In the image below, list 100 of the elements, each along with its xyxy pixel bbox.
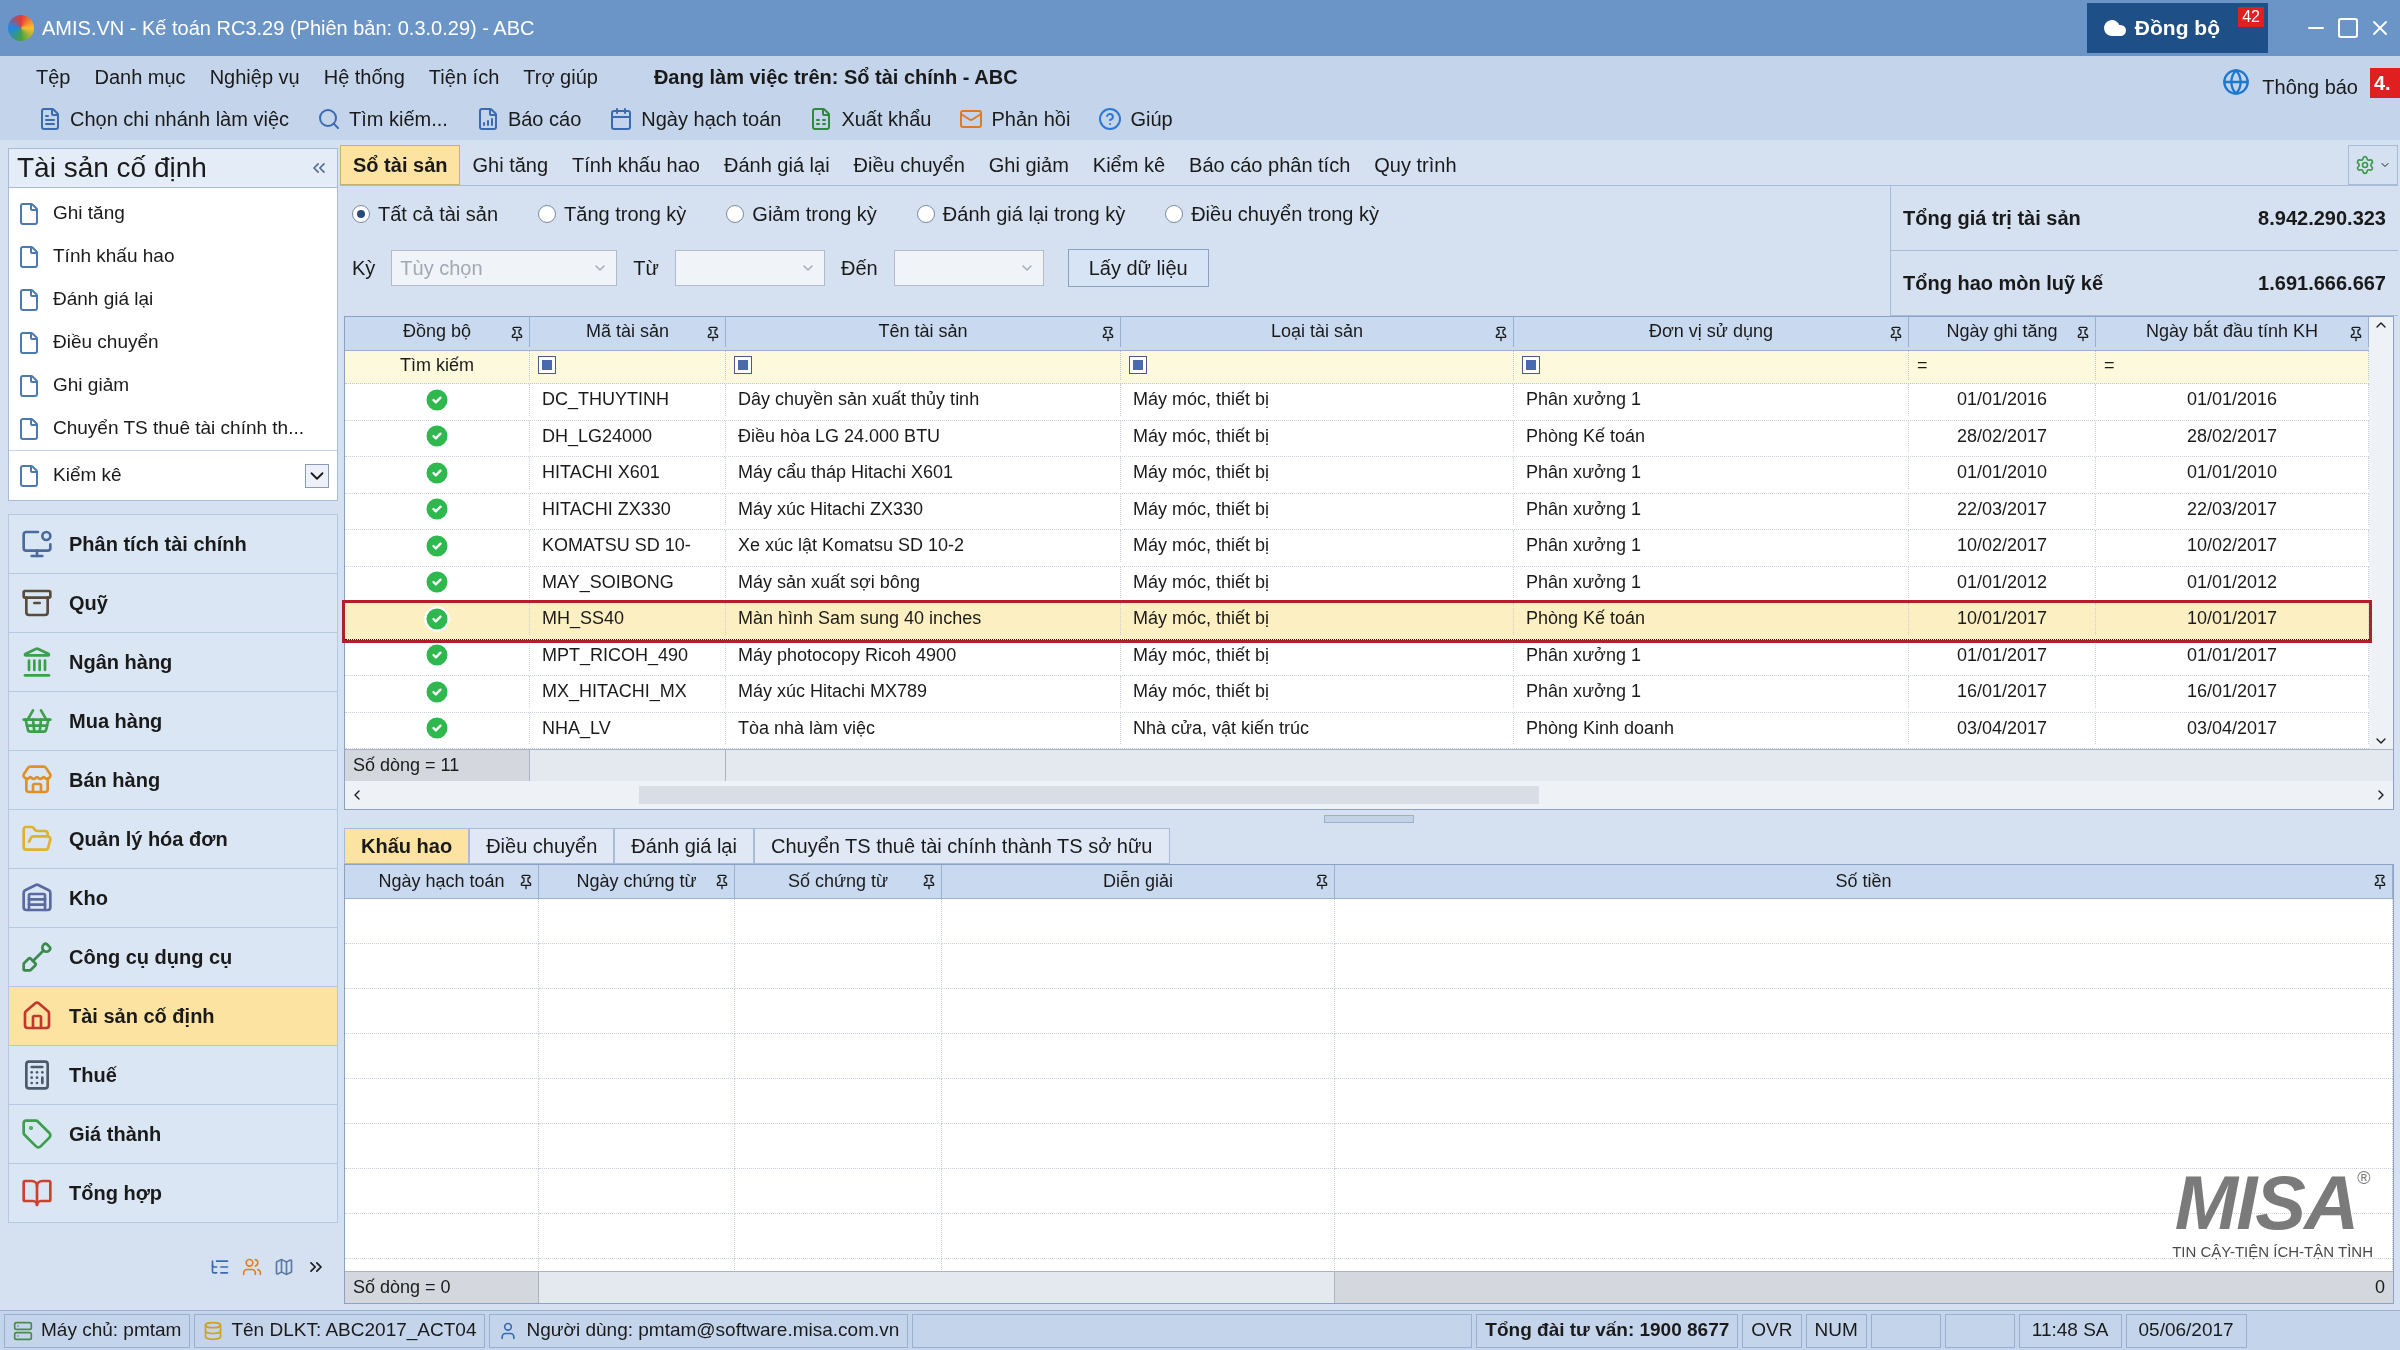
table-cell-text: Tòa nhà làm việc — [738, 716, 876, 740]
asset-row[interactable]: DH_LG24000 Điều hòa LG 24.000 BTU Máy móc, thiết bị Phòng Kế toán 28/02/2017 28/02/2017 — [345, 420, 2369, 458]
toolbar-button[interactable]: Ngày hạch toán — [601, 104, 790, 134]
toolbar-button[interactable]: Tìm kiếm... — [309, 104, 456, 134]
column-header[interactable]: Loại tài sản — [1121, 317, 1514, 347]
module-button[interactable]: Ngân hàng — [8, 632, 338, 692]
menu-item[interactable]: Nghiệp vụ — [209, 62, 300, 92]
tab[interactable]: Đánh giá lại — [711, 145, 842, 185]
from-label: Từ — [633, 256, 659, 281]
column-header[interactable]: Đơn vị sử dụng — [1514, 317, 1909, 347]
module-button[interactable]: Thuế — [8, 1045, 338, 1105]
table-cell-text: 16/01/2017 — [2186, 680, 2278, 704]
column-header[interactable]: Số tiền — [1335, 865, 2393, 898]
module-button[interactable]: Quản lý hóa đơn — [8, 809, 338, 869]
row-count: Số dòng = 0 — [345, 1272, 539, 1303]
filter-radio[interactable]: Điều chuyển trong kỳ — [1165, 199, 1380, 229]
tab[interactable]: Tính khấu hao — [560, 145, 712, 185]
toolbar-button[interactable]: Giúp — [1090, 104, 1181, 134]
detail-tab[interactable]: Điều chuyển — [469, 828, 615, 864]
tab[interactable]: Ghi tăng — [460, 145, 561, 185]
module-button[interactable]: Bán hàng — [8, 750, 338, 810]
summary-label: Tổng giá trị tài sản — [1903, 206, 2081, 231]
table-cell-text: Phân xưởng 1 — [1526, 388, 1641, 412]
tab[interactable]: Điều chuyển — [841, 145, 977, 185]
table-cell-text: Máy photocopy Ricoh 4900 — [738, 643, 957, 667]
sidebar-item[interactable]: Điều chuyển — [9, 321, 337, 364]
table-cell-text: DH_LG24000 — [542, 424, 653, 449]
menu-item[interactable]: Tệp — [36, 62, 71, 92]
window-title: AMIS.VN - Kế toán RC3.29 (Phiên bản: 0.3.0.29) - ABC — [42, 16, 536, 41]
working-context-label: Đang làm việc trên: Sổ tài chính - ABC — [653, 65, 1018, 90]
sidebar-item[interactable]: Tính khấu hao — [9, 235, 337, 278]
toolbar-button[interactable]: Phản hồi — [951, 104, 1079, 134]
asset-row[interactable]: DC_THUYTINH Dây chuyền sản xuất thủy tinh Máy móc, thiết bị Phân xưởng 1 01/01/2016 01/01/2016 — [345, 384, 2369, 421]
toolbar-button[interactable]: Xuất khẩu — [801, 104, 940, 134]
menu-item[interactable]: Hệ thống — [323, 62, 405, 92]
fetch-data-button[interactable]: Lấy dữ liệu — [1067, 249, 1209, 287]
column-header[interactable]: Ngày hạch toán — [345, 865, 539, 898]
module-button[interactable]: Công cụ dụng cụ — [8, 927, 338, 987]
filter-radio[interactable]: Tất cả tài sản — [352, 199, 499, 229]
detail-tab[interactable]: Chuyển TS thuê tài chính thành TS sở hữu — [753, 828, 1170, 864]
column-header[interactable]: Tên tài sản — [726, 317, 1121, 347]
module-button[interactable]: Tổng hợp — [8, 1163, 338, 1223]
table-cell-text: 10/02/2017 — [2186, 534, 2278, 558]
asset-row[interactable]: MPT_RICOH_490 Máy photocopy Ricoh 4900 Máy móc, thiết bị Phân xưởng 1 01/01/2017 01/01/2017 — [345, 639, 2369, 677]
notification-button[interactable]: Thông báo — [2262, 72, 2358, 102]
module-button[interactable]: Quỹ — [8, 573, 338, 633]
module-button[interactable]: Tài sản cố định — [8, 986, 338, 1046]
filter-radio[interactable]: Tăng trong kỳ — [538, 199, 687, 229]
server-status: Máy chủ: pmtam — [4, 1313, 191, 1348]
table-cell-text: Máy móc, thiết bị — [1133, 570, 1270, 594]
filter-radio[interactable]: Đánh giá lại trong kỳ — [916, 199, 1126, 229]
sidebar-item[interactable]: Ghi giảm — [9, 364, 337, 407]
tab[interactable]: Kiểm kê — [1080, 145, 1178, 185]
table-cell-text: Điều hòa LG 24.000 BTU — [738, 424, 941, 448]
table-cell-text: Máy móc, thiết bị — [1133, 461, 1270, 485]
menu-item[interactable]: Tiện ích — [428, 62, 500, 92]
column-header[interactable]: Đồng bộ — [345, 317, 530, 347]
sidebar-item[interactable]: Kiểm kê — [53, 461, 293, 490]
tab[interactable]: Ghi giảm — [976, 145, 1081, 185]
module-button[interactable]: Kho — [8, 868, 338, 928]
sidebar-item[interactable]: Đánh giá lại — [9, 278, 337, 321]
table-cell-text: Phòng Kinh doanh — [1526, 716, 1675, 740]
column-header[interactable]: Mã tài sản — [530, 317, 726, 347]
tab[interactable]: Báo cáo phân tích — [1177, 145, 1363, 185]
table-cell-text: 28/02/2017 — [2186, 424, 2278, 448]
module-button[interactable]: Phân tích tài chính — [8, 514, 338, 574]
table-cell-text: 01/01/2017 — [1956, 643, 2048, 667]
menu-item[interactable]: Trợ giúp — [523, 62, 598, 92]
toolbar-button[interactable]: Chọn chi nhánh làm việc — [30, 104, 297, 134]
notification-badge: 4. — [2370, 68, 2400, 98]
registered-mark: ® — [2357, 1166, 2371, 1188]
table-cell-text: Phân xưởng 1 — [1526, 461, 1641, 485]
filter-cell[interactable]: = — [1917, 351, 1928, 379]
module-button[interactable]: Giá thành — [8, 1104, 338, 1164]
detail-tab[interactable]: Đánh giá lại — [614, 828, 754, 864]
column-header[interactable]: Diễn giải — [942, 865, 1335, 898]
menu-item[interactable]: Danh mục — [94, 62, 186, 92]
column-header[interactable]: Ngày ghi tăng — [1909, 317, 2096, 347]
asset-row[interactable]: MH_SS40 Màn hình Sam sung 40 inches Máy móc, thiết bị Phòng Kế toán 10/01/2017 10/01/2017 — [345, 603, 2369, 640]
asset-row[interactable]: MX_HITACHI_MX Máy xúc Hitachi MX789 Máy móc, thiết bị Phân xưởng 1 16/01/2017 16/01/2017 — [345, 676, 2369, 713]
asset-row[interactable]: HITACHI X601 Máy cẩu tháp Hitachi X601 Máy móc, thiết bị Phân xưởng 1 01/01/2010 01/01/2010 — [345, 457, 2369, 494]
table-cell-text: Máy xúc Hitachi MX789 — [738, 680, 928, 704]
table-cell-text: 01/01/2012 — [1956, 570, 2048, 594]
column-header[interactable]: Ngày chứng từ — [539, 865, 735, 898]
toolbar-button[interactable]: Báo cáo — [467, 104, 590, 134]
tab[interactable]: Sổ tài sản — [340, 145, 461, 185]
sidebar-item[interactable]: Chuyển TS thuê tài chính th... — [9, 407, 337, 450]
filter-cell[interactable]: Tìm kiếm — [400, 351, 474, 379]
key-indicator: NUM — [1805, 1313, 1867, 1348]
sync-button[interactable]: Đồng bộ 42 — [2086, 3, 2268, 53]
asset-row[interactable]: KOMATSU SD 10- Xe xúc lật Komatsu SD 10-2 Máy móc, thiết bị Phân xưởng 1 10/02/2017 10/02/2017 — [345, 530, 2369, 567]
sidebar-item[interactable]: Ghi tăng — [9, 192, 337, 235]
detail-tab[interactable]: Khấu hao — [344, 828, 470, 864]
tab[interactable]: Quy trình — [1362, 145, 1469, 185]
column-header[interactable]: Số chứng từ — [735, 865, 942, 898]
filter-cell[interactable]: = — [2104, 351, 2115, 379]
asset-row[interactable]: HITACHI ZX330 Máy xúc Hitachi ZX330 Máy móc, thiết bị Phân xưởng 1 22/03/2017 22/03/2017 — [345, 493, 2369, 531]
filter-radio[interactable]: Giảm trong kỳ — [726, 199, 877, 229]
module-button[interactable]: Mua hàng — [8, 691, 338, 751]
table-cell-text: Máy móc, thiết bị — [1133, 607, 1270, 631]
